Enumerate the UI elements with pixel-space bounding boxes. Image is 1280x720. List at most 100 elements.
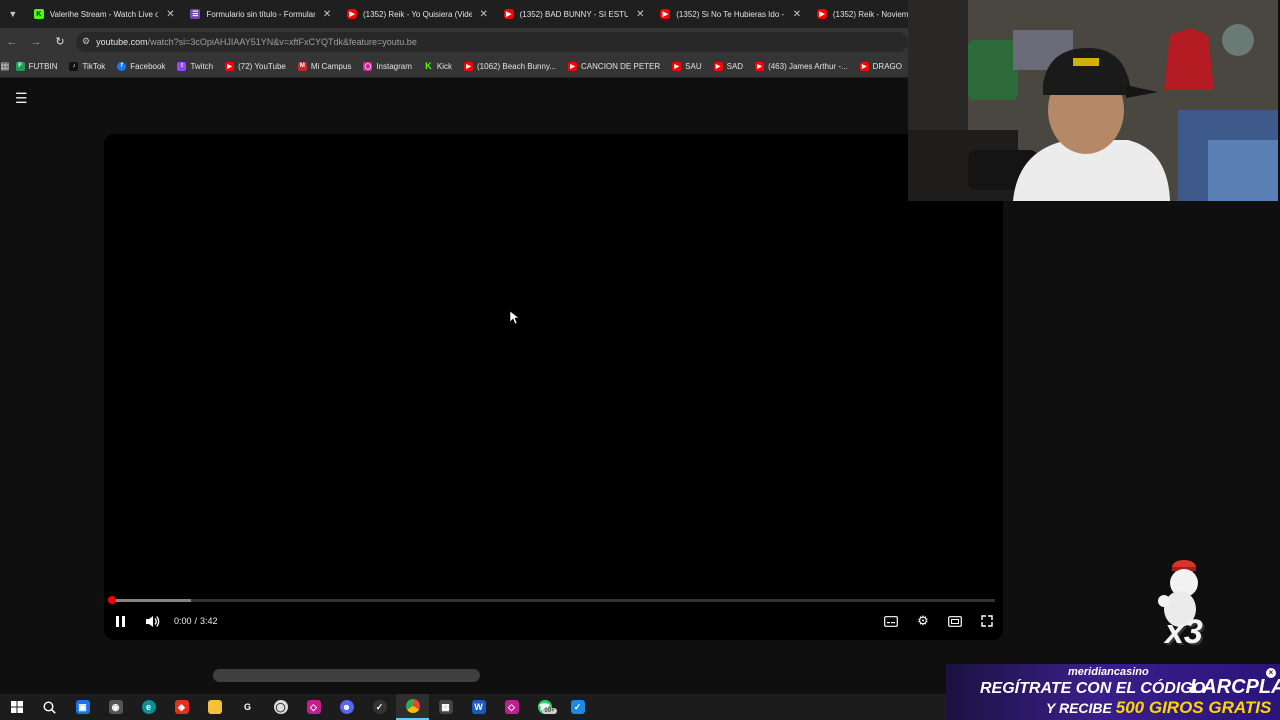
time-display: 0:00/3:42 bbox=[174, 616, 218, 626]
taskbar-red-app[interactable]: ◆ bbox=[165, 694, 198, 720]
search-icon bbox=[43, 700, 56, 714]
tab-close-icon[interactable]: ✕ bbox=[321, 9, 333, 20]
tab-search-chevron-icon[interactable]: ▼ bbox=[0, 0, 26, 28]
pause-button[interactable] bbox=[104, 606, 136, 636]
theater-icon bbox=[948, 615, 962, 627]
hamburger-menu-icon[interactable]: ☰ bbox=[15, 91, 33, 105]
browser-tab-strip: ▼ K Valerihe Stream - Watch Live on ✕ ☰ … bbox=[0, 0, 908, 28]
bookmark-mi-campus[interactable]: M Mi Campus bbox=[292, 55, 357, 77]
youtube-icon: ▶ bbox=[660, 9, 671, 19]
tab-title: Formulario sin título - Formular bbox=[206, 9, 316, 19]
bookmark-label: (1062) Beach Bunny... bbox=[477, 61, 557, 71]
player-controls: 0:00/3:42 ⚙ bbox=[104, 606, 1003, 636]
apps-grid-icon[interactable]: ▦ bbox=[0, 55, 10, 77]
browser-tab-youtube-3[interactable]: ▶ (1352) Si No Te Hubieras Ido - ✕ bbox=[652, 0, 809, 28]
bookmark-label: CANCION DE PETER bbox=[581, 61, 661, 71]
browser-tab-youtube-1[interactable]: ▶ (1352) Reik - Yo Quisiera (Vide ✕ bbox=[339, 0, 496, 28]
back-arrow-icon[interactable]: ← bbox=[0, 28, 24, 55]
subtitles-button[interactable] bbox=[875, 606, 907, 636]
bookmark-label: (463) James Arthur -... bbox=[768, 61, 848, 71]
tab-title: (1352) Reik - Yo Quisiera (Vide bbox=[363, 9, 472, 19]
bookmark-label: DRAGO bbox=[872, 61, 902, 71]
taskbar-game-app[interactable]: ◉ bbox=[99, 694, 132, 720]
taskbar-store[interactable]: ▣ bbox=[66, 694, 99, 720]
youtube-icon: ▶ bbox=[347, 9, 358, 19]
progress-scrubber[interactable] bbox=[108, 596, 116, 604]
horizontal-scrollbar[interactable] bbox=[213, 669, 480, 682]
bookmark-label: SAU bbox=[685, 61, 702, 71]
bookmark-cancion-de-peter[interactable]: ▶ CANCION DE PETER bbox=[562, 55, 666, 77]
bookmark-sad[interactable]: ▶ SAD bbox=[708, 55, 749, 77]
bookmark-sau[interactable]: ▶ SAU bbox=[666, 55, 707, 77]
taskbar-purple-app[interactable]: ◇ bbox=[297, 694, 330, 720]
bookmark-facebook[interactable]: f Facebook bbox=[111, 55, 171, 77]
buffered-bar bbox=[111, 599, 191, 602]
taskbar-pink-app[interactable]: ◇ bbox=[495, 694, 528, 720]
taskbar-whatsapp[interactable]: ☎ 99+ bbox=[528, 694, 561, 720]
banner-headline: REGÍTRATE CON EL CÓDIGO bbox=[980, 680, 1206, 697]
bookmark-drago[interactable]: ▶ DRAGO bbox=[854, 55, 908, 77]
forms-icon: ☰ bbox=[190, 9, 201, 19]
tab-title: Valerihe Stream - Watch Live on bbox=[49, 9, 159, 19]
video-player[interactable]: 0:00/3:42 ⚙ bbox=[104, 134, 1003, 640]
time-separator: / bbox=[194, 616, 198, 626]
bookmark-label: Kick bbox=[436, 61, 453, 71]
tab-close-icon[interactable]: ✕ bbox=[478, 9, 490, 20]
reload-icon[interactable]: ↻ bbox=[48, 28, 72, 55]
bookmark-beach-bunny[interactable]: ▶ (1062) Beach Bunny... bbox=[458, 55, 562, 77]
fullscreen-button[interactable] bbox=[971, 606, 1003, 636]
bookmark-kick[interactable]: K Kick bbox=[418, 55, 458, 77]
taskbar-search[interactable] bbox=[33, 694, 66, 720]
streamer-webcam-image bbox=[908, 0, 1278, 201]
folder-icon bbox=[207, 700, 222, 714]
current-time: 0:00 bbox=[174, 616, 192, 626]
windows-taskbar: ▣ ◉ e ◆ G ◯ ◇ ☻ ✓ ▦ W ◇ ☎ 99+ ✓ bbox=[0, 694, 946, 720]
forward-arrow-icon[interactable]: → bbox=[24, 28, 48, 55]
browser-tab-youtube-4[interactable]: ▶ (1352) Reik - Noviem bbox=[809, 0, 908, 28]
taskbar-edge[interactable]: e bbox=[132, 694, 165, 720]
taskbar-g-app[interactable]: G bbox=[231, 694, 264, 720]
theater-mode-button[interactable] bbox=[939, 606, 971, 636]
tab-close-icon[interactable]: ✕ bbox=[164, 9, 176, 20]
calculator-icon: ▦ bbox=[438, 700, 453, 714]
taskbar-blue-app[interactable]: ✓ bbox=[561, 694, 594, 720]
progress-bar[interactable] bbox=[111, 599, 995, 602]
taskbar-calculator[interactable]: ▦ bbox=[429, 694, 462, 720]
mouse-cursor-icon bbox=[510, 311, 520, 325]
taskbar-obs[interactable]: ◯ bbox=[264, 694, 297, 720]
taskbar-word[interactable]: W bbox=[462, 694, 495, 720]
tab-close-icon[interactable]: ✕ bbox=[634, 9, 646, 20]
browser-tab-kick[interactable]: K Valerihe Stream - Watch Live on ✕ bbox=[26, 0, 183, 28]
settings-button[interactable]: ⚙ bbox=[907, 606, 939, 636]
bookmark-label: Instagram bbox=[376, 61, 412, 71]
browser-tab-youtube-2[interactable]: ▶ (1352) BAD BUNNY - SI ESTUVI ✕ bbox=[496, 0, 653, 28]
bookmark-label: Mi Campus bbox=[310, 61, 352, 71]
bookmark-youtube[interactable]: ▶ (72) YouTube bbox=[219, 55, 292, 77]
campus-icon: M bbox=[297, 61, 307, 71]
youtube-icon: ▶ bbox=[755, 61, 765, 71]
chrome-icon bbox=[405, 699, 420, 713]
edge-icon: e bbox=[141, 700, 156, 714]
site-info-icon[interactable]: ⚙ bbox=[82, 36, 90, 47]
bookmark-futbin[interactable]: F FUTBIN bbox=[10, 55, 64, 77]
address-bar[interactable]: ⚙ youtube.com/watch?si=3cOpiAHJIAAY51YN&… bbox=[76, 31, 908, 52]
bookmark-twitch[interactable]: t Twitch bbox=[171, 55, 219, 77]
banner-close-icon: × bbox=[1266, 668, 1276, 678]
bookmark-james-arthur[interactable]: ▶ (463) James Arthur -... bbox=[749, 55, 854, 77]
volume-button[interactable] bbox=[136, 606, 168, 636]
bookmark-label: TikTok bbox=[82, 61, 106, 71]
browser-tab-forms[interactable]: ☰ Formulario sin título - Formular ✕ bbox=[182, 0, 339, 28]
taskbar-chrome[interactable] bbox=[396, 694, 429, 720]
taskbar-discord[interactable]: ☻ bbox=[330, 694, 363, 720]
word-icon: W bbox=[471, 700, 486, 714]
taskbar-xsplit[interactable]: ✓ bbox=[363, 694, 396, 720]
volume-icon bbox=[145, 615, 159, 627]
bookmark-instagram[interactable]: ◯ Instagram bbox=[357, 55, 418, 77]
bookmark-tiktok[interactable]: ♪ TikTok bbox=[63, 55, 111, 77]
taskbar-file-explorer[interactable] bbox=[198, 694, 231, 720]
streamer-webcam-overlay bbox=[908, 0, 1278, 201]
browser-toolbar: ← → ↻ ⚙ youtube.com/watch?si=3cOpiAHJIAA… bbox=[0, 28, 908, 55]
purple-app-icon: ◇ bbox=[306, 700, 321, 714]
tab-close-icon[interactable]: ✕ bbox=[791, 9, 803, 20]
start-button[interactable] bbox=[0, 694, 33, 720]
